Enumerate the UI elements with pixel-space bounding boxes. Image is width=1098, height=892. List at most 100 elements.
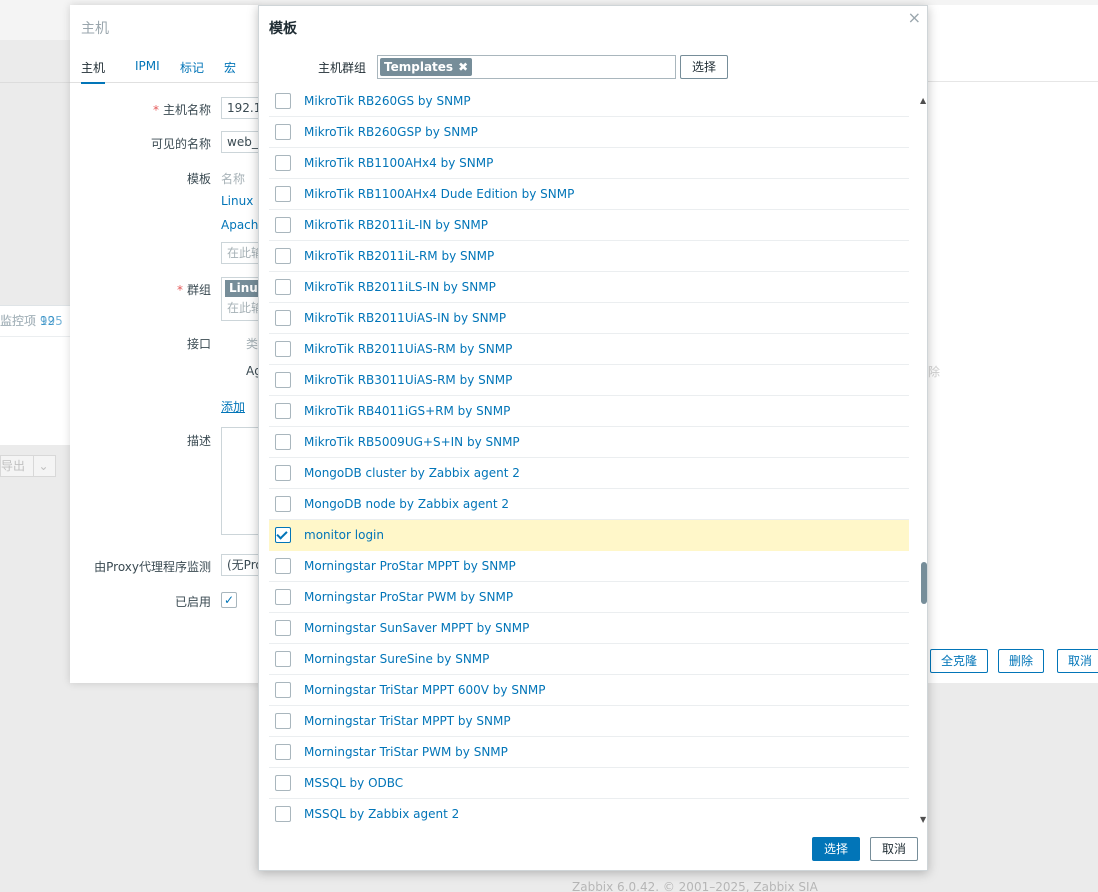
add-interface-link[interactable]: 添加 <box>221 398 245 415</box>
template-name-link[interactable]: MikroTik RB260GSP by SNMP <box>304 125 478 139</box>
template-checkbox[interactable] <box>275 496 291 512</box>
template-name-link[interactable]: MikroTik RB2011UiAS-RM by SNMP <box>304 342 512 356</box>
delete-button[interactable]: 删除 <box>998 649 1045 673</box>
template-checkbox[interactable] <box>275 620 291 636</box>
list-item[interactable]: MikroTik RB2011iL-RM by SNMP <box>269 241 909 272</box>
remove-tag-icon[interactable]: ✖ <box>458 60 468 74</box>
template-name-link[interactable]: MSSQL by ODBC <box>304 776 403 790</box>
template-name-link[interactable]: MikroTik RB1100AHx4 Dude Edition by SNMP <box>304 187 574 201</box>
host-group-filter-input[interactable]: Templates ✖ <box>377 55 676 79</box>
template-name-link[interactable]: MikroTik RB2011UiAS-IN by SNMP <box>304 311 506 325</box>
template-checkbox[interactable] <box>275 651 291 667</box>
template-checkbox[interactable] <box>275 124 291 140</box>
template-checkbox[interactable] <box>275 403 291 419</box>
template-checkbox[interactable] <box>275 589 291 605</box>
list-item[interactable]: MSSQL by Zabbix agent 2 <box>269 799 909 826</box>
list-item[interactable]: MikroTik RB260GSP by SNMP <box>269 117 909 148</box>
template-name-link[interactable]: MSSQL by Zabbix agent 2 <box>304 807 459 821</box>
list-item[interactable]: MikroTik RB2011iLS-IN by SNMP <box>269 272 909 303</box>
template-name-link[interactable]: MikroTik RB4011iGS+RM by SNMP <box>304 404 510 418</box>
template-name-link[interactable]: MikroTik RB2011iL-RM by SNMP <box>304 249 494 263</box>
template-checkbox[interactable] <box>275 341 291 357</box>
list-item[interactable]: MikroTik RB2011UiAS-IN by SNMP <box>269 303 909 334</box>
close-icon[interactable]: × <box>908 8 921 27</box>
list-item[interactable]: MikroTik RB3011UiAS-RM by SNMP <box>269 365 909 396</box>
select-group-button[interactable]: 选择 <box>680 55 728 79</box>
scroll-down-icon[interactable]: ▼ <box>920 815 926 824</box>
linked-template[interactable]: Apache <box>221 218 261 232</box>
template-checkbox[interactable] <box>275 93 291 109</box>
template-name-link[interactable]: MikroTik RB5009UG+S+IN by SNMP <box>304 435 520 449</box>
template-checkbox[interactable] <box>275 806 291 822</box>
tab-macros[interactable]: 宏 <box>224 59 236 76</box>
cancel-button[interactable]: 取消 <box>870 837 918 861</box>
check-icon <box>276 528 288 540</box>
list-item[interactable]: MikroTik RB1100AHx4 by SNMP <box>269 148 909 179</box>
tab-tags[interactable]: 标记 <box>180 59 204 76</box>
template-checkbox[interactable] <box>275 310 291 326</box>
proxy-select[interactable]: (无Pro <box>221 554 261 576</box>
list-item[interactable]: MikroTik RB5009UG+S+IN by SNMP <box>269 427 909 458</box>
list-item[interactable]: Morningstar SunSaver MPPT by SNMP <box>269 613 909 644</box>
template-name-link[interactable]: MikroTik RB3011UiAS-RM by SNMP <box>304 373 512 387</box>
tab-host[interactable]: 主机 <box>81 59 106 84</box>
template-name-link[interactable]: Morningstar TriStar MPPT 600V by SNMP <box>304 683 546 697</box>
template-checkbox[interactable] <box>275 465 291 481</box>
template-checkbox[interactable] <box>275 682 291 698</box>
list-item[interactable]: Morningstar TriStar MPPT 600V by SNMP <box>269 675 909 706</box>
template-checkbox[interactable] <box>275 527 291 543</box>
list-item[interactable]: Morningstar TriStar MPPT by SNMP <box>269 706 909 737</box>
list-item[interactable]: MikroTik RB4011iGS+RM by SNMP <box>269 396 909 427</box>
tab-ipmi[interactable]: IPMI <box>135 59 160 73</box>
export-button[interactable]: 导出 ⌄ <box>0 455 56 477</box>
list-item[interactable]: MikroTik RB2011iL-IN by SNMP <box>269 210 909 241</box>
list-item[interactable]: MikroTik RB1100AHx4 Dude Edition by SNMP <box>269 179 909 210</box>
list-item[interactable]: MikroTik RB260GS by SNMP <box>269 93 909 117</box>
template-name-link[interactable]: MikroTik RB2011iLS-IN by SNMP <box>304 280 496 294</box>
template-name-link[interactable]: MikroTik RB2011iL-IN by SNMP <box>304 218 488 232</box>
template-checkbox[interactable] <box>275 155 291 171</box>
template-checkbox[interactable] <box>275 744 291 760</box>
list-item[interactable]: MikroTik RB2011UiAS-RM by SNMP <box>269 334 909 365</box>
template-name-link[interactable]: monitor login <box>304 528 384 542</box>
list-item[interactable]: MSSQL by ODBC <box>269 768 909 799</box>
list-item[interactable]: Morningstar TriStar PWM by SNMP <box>269 737 909 768</box>
template-checkbox[interactable] <box>275 775 291 791</box>
template-checkbox[interactable] <box>275 372 291 388</box>
host-name-field[interactable]: 192.1 <box>221 97 261 119</box>
template-name-link[interactable]: Morningstar ProStar MPPT by SNMP <box>304 559 516 573</box>
template-checkbox[interactable] <box>275 217 291 233</box>
template-checkbox[interactable] <box>275 434 291 450</box>
template-checkbox[interactable] <box>275 279 291 295</box>
cancel-button-bg[interactable]: 取消 <box>1057 649 1098 673</box>
list-item[interactable]: monitor login <box>269 520 909 551</box>
template-name-link[interactable]: Morningstar ProStar PWM by SNMP <box>304 590 513 604</box>
template-name-link[interactable]: MongoDB cluster by Zabbix agent 2 <box>304 466 520 480</box>
description-textarea[interactable] <box>221 427 261 535</box>
template-checkbox[interactable] <box>275 248 291 264</box>
template-name-link[interactable]: MikroTik RB260GS by SNMP <box>304 94 471 108</box>
list-item[interactable]: Morningstar SureSine by SNMP <box>269 644 909 675</box>
template-checkbox[interactable] <box>275 713 291 729</box>
clone-button[interactable]: 全克隆 <box>930 649 989 673</box>
template-name-link[interactable]: Morningstar SureSine by SNMP <box>304 652 489 666</box>
proxy-label: 由Proxy代理程序监测 <box>94 560 211 574</box>
select-button[interactable]: 选择 <box>812 837 860 861</box>
template-name-link[interactable]: MikroTik RB1100AHx4 by SNMP <box>304 156 493 170</box>
template-search-input[interactable]: 在此输 <box>221 242 261 264</box>
visible-name-field[interactable]: web_ <box>221 131 261 153</box>
template-name-link[interactable]: Morningstar TriStar MPPT by SNMP <box>304 714 511 728</box>
template-checkbox[interactable] <box>275 186 291 202</box>
template-name-link[interactable]: MongoDB node by Zabbix agent 2 <box>304 497 509 511</box>
enabled-checkbox[interactable]: ✓ <box>221 592 237 608</box>
scrollbar-thumb[interactable] <box>921 562 927 604</box>
template-name-link[interactable]: Morningstar TriStar PWM by SNMP <box>304 745 508 759</box>
scroll-up-icon[interactable]: ▲ <box>920 96 926 105</box>
list-item[interactable]: Morningstar ProStar PWM by SNMP <box>269 582 909 613</box>
template-name-link[interactable]: Morningstar SunSaver MPPT by SNMP <box>304 621 529 635</box>
list-item[interactable]: MongoDB cluster by Zabbix agent 2 <box>269 458 909 489</box>
list-item[interactable]: Morningstar ProStar MPPT by SNMP <box>269 551 909 582</box>
template-checkbox[interactable] <box>275 558 291 574</box>
linked-template[interactable]: Linux b <box>221 194 261 208</box>
list-item[interactable]: MongoDB node by Zabbix agent 2 <box>269 489 909 520</box>
